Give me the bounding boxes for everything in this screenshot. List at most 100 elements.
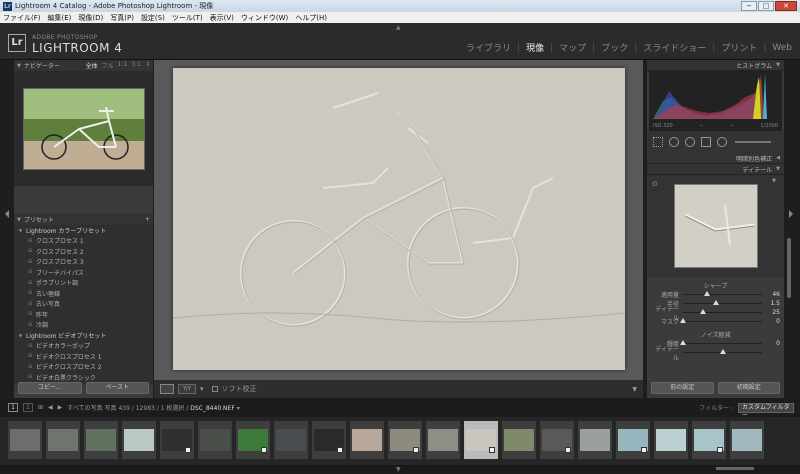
tool-slider[interactable] (735, 141, 771, 143)
menu-settings[interactable]: 設定(S) (141, 13, 165, 23)
menu-develop[interactable]: 現像(D) (78, 13, 103, 23)
maximize-button[interactable]: □ (758, 1, 774, 11)
filmstrip-thumbnail[interactable] (388, 421, 422, 459)
left-panel-edge[interactable] (0, 60, 14, 398)
add-preset-icon[interactable]: + (145, 216, 150, 223)
sharpen-slider-value[interactable]: 0 (766, 318, 780, 325)
sharpen-slider-track[interactable] (680, 318, 762, 323)
filmstrip-thumbnail[interactable] (84, 421, 118, 459)
target-icon[interactable]: ⊙ (652, 180, 658, 188)
filmstrip-thumbnail[interactable] (692, 421, 726, 459)
presets-header[interactable]: ▼ プリセット + (14, 214, 153, 225)
filmstrip-thumbnail[interactable] (122, 421, 156, 459)
spot-removal-icon[interactable] (669, 137, 679, 147)
close-button[interactable]: ✕ (775, 1, 797, 11)
menu-window[interactable]: ウィンドウ(W) (241, 13, 288, 23)
filmstrip-thumbnail[interactable] (274, 421, 308, 459)
menu-view[interactable]: 表示(V) (210, 13, 234, 23)
sharpen-slider-knob[interactable] (704, 291, 711, 296)
forward-arrow-icon[interactable]: ▶ (58, 404, 63, 411)
module-library[interactable]: ライブラリ (466, 41, 511, 54)
filmstrip-source-path[interactable]: すべての写真 写真 439 / 12983 / 1 枚選択 / DSC_8440… (67, 403, 239, 412)
module-book[interactable]: ブック (601, 41, 628, 54)
filmstrip-thumbnail[interactable] (312, 421, 346, 459)
menu-file[interactable]: ファイル(F) (3, 13, 41, 23)
right-panel-scrollbar[interactable] (787, 238, 791, 298)
filmstrip-thumbnail[interactable] (8, 421, 42, 459)
detail-preview-menu-icon[interactable]: ▼ (772, 178, 776, 184)
detail-zoom-preview[interactable] (673, 184, 758, 268)
preset-item[interactable]: 冷調 (14, 320, 153, 331)
zoom-3to1-option[interactable]: 3:1 (131, 61, 141, 70)
noise-slider-value[interactable]: 0 (766, 340, 780, 347)
filmstrip-thumbnail[interactable] (578, 421, 612, 459)
red-eye-icon[interactable] (685, 137, 695, 147)
histogram-chart[interactable]: ISO 320 − − 1/2000 (649, 71, 782, 131)
filename-dropdown-icon[interactable]: ▾ (237, 405, 240, 412)
module-slideshow[interactable]: スライドショー (643, 41, 706, 54)
sharpen-slider-knob[interactable] (680, 318, 686, 323)
preset-item[interactable]: クロスプロセス 3 (14, 257, 153, 268)
histogram-header[interactable]: ヒストグラム ▼ (647, 60, 784, 71)
collapse-left-panel-icon[interactable] (5, 210, 9, 218)
toolbar-menu-icon[interactable]: ▼ (632, 386, 637, 393)
main-photo[interactable] (173, 68, 625, 370)
menu-help[interactable]: ヘルプ(H) (295, 13, 327, 23)
noise-slider-knob[interactable] (719, 349, 726, 354)
crop-tool-icon[interactable] (653, 137, 663, 147)
filmstrip-thumbnail[interactable] (198, 421, 232, 459)
filmstrip-thumbnail[interactable] (46, 421, 80, 459)
collapse-filmstrip-icon[interactable]: ▼ (396, 466, 401, 473)
preset-item[interactable]: クロスプロセス 2 (14, 246, 153, 257)
secondary-window-button[interactable]: 2 (23, 403, 33, 412)
filmstrip-scrollbar[interactable] (716, 467, 754, 470)
menu-tools[interactable]: ツール(T) (172, 13, 203, 23)
copy-button[interactable]: コピー... (18, 382, 82, 394)
primary-window-button[interactable]: 1 (8, 403, 18, 412)
grid-view-icon[interactable]: ⊞ (38, 404, 43, 411)
preset-item[interactable]: ポラプリント調 (14, 278, 153, 289)
zoom-fit-option[interactable]: 全体 (86, 61, 98, 70)
zoom-menu-icon[interactable]: ⇕ (145, 61, 150, 70)
zoom-1to1-option[interactable]: 1:1 (118, 61, 128, 70)
menu-photo[interactable]: 写真(P) (110, 13, 134, 23)
sharpen-slider[interactable]: ディテール 25 (647, 306, 784, 322)
adjustment-brush-icon[interactable] (717, 137, 727, 147)
split-toning-header[interactable]: 明暗別色補正 ◀ (647, 153, 784, 164)
zoom-fill-option[interactable]: フル (102, 61, 114, 70)
filmstrip-thumbnail[interactable] (540, 421, 574, 459)
preset-item[interactable]: 古い写真 (14, 299, 153, 310)
back-arrow-icon[interactable]: ◀ (48, 404, 53, 411)
filmstrip-thumbnail[interactable] (350, 421, 384, 459)
filmstrip-thumbnail[interactable] (502, 421, 536, 459)
noise-slider[interactable]: ディテール (647, 346, 784, 362)
preset-folder[interactable]: Lightroom ビデオプリセット (14, 330, 153, 341)
sharpen-slider-value[interactable]: 46 (766, 291, 780, 298)
soft-proof-checkbox[interactable] (211, 386, 218, 392)
filmstrip-thumbnail[interactable] (426, 421, 460, 459)
previous-settings-button[interactable]: 前の設定 (651, 382, 714, 394)
module-develop[interactable]: 現像 (526, 41, 544, 54)
filmstrip-thumbnail[interactable] (654, 421, 688, 459)
sharpen-slider[interactable]: マスク 0 (647, 317, 784, 326)
navigator-thumbnail[interactable] (22, 87, 145, 170)
filmstrip-thumbnail[interactable] (464, 421, 498, 459)
noise-slider-knob[interactable] (680, 340, 686, 345)
sharpen-slider-knob[interactable] (699, 309, 706, 314)
menu-edit[interactable]: 編集(E) (48, 13, 72, 23)
preset-item[interactable]: クロスプロセス 1 (14, 236, 153, 247)
sharpen-slider-value[interactable]: 25 (766, 309, 780, 316)
sharpen-slider[interactable]: 適用量 46 (647, 290, 784, 299)
filmstrip-thumbnail[interactable] (160, 421, 194, 459)
preset-folder[interactable]: Lightroom カラープリセット (14, 225, 153, 236)
filmstrip-thumbnail[interactable] (730, 421, 764, 459)
sharpen-slider-knob[interactable] (713, 300, 720, 305)
collapse-right-panel-icon[interactable] (789, 210, 793, 218)
navigator-header[interactable]: ▼ ナビゲーター 全体 フル 1:1 3:1 ⇕ (14, 60, 153, 71)
module-print[interactable]: プリント (721, 41, 757, 54)
filmstrip-thumbnail[interactable] (616, 421, 650, 459)
graduated-filter-icon[interactable] (701, 137, 711, 147)
preset-item[interactable]: ビデオクロスプロセス 1 (14, 351, 153, 362)
sharpen-slider-track[interactable] (683, 291, 762, 296)
preset-item[interactable]: ビデオカラーポップ (14, 341, 153, 352)
